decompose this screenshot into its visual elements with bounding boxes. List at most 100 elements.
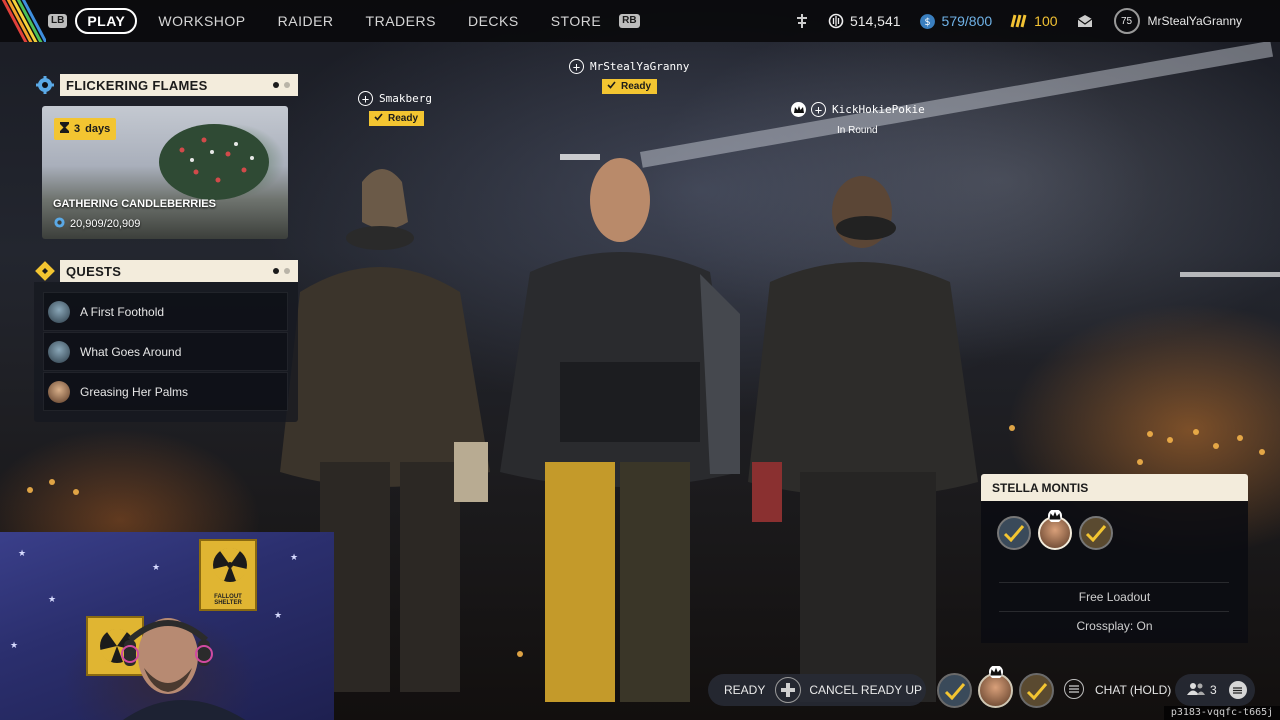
cancel-ready-up-button[interactable]: CANCEL READY UP — [809, 683, 922, 697]
pagination-dots — [268, 82, 290, 88]
player-tag-mrstealyagranny[interactable]: + MrStealYaGranny — [569, 59, 689, 74]
check-icon — [607, 81, 616, 92]
player-level-badge[interactable]: 75 — [1113, 8, 1140, 34]
menu-button-icon[interactable] — [1228, 681, 1247, 699]
quest-item[interactable]: A First Foothold — [43, 292, 288, 331]
player-tag-kickhokiepokie[interactable]: + KickHokiePokie — [791, 102, 925, 117]
party-leader-crown-icon — [989, 665, 1003, 683]
add-friend-icon[interactable]: + — [358, 91, 373, 106]
nav-tab-raider[interactable]: RAIDER — [278, 13, 334, 29]
player-status-in-round: In Round — [837, 125, 878, 136]
quest-title: What Goes Around — [80, 344, 182, 359]
event-card[interactable]: 3 days GATHERING CANDLEBERRIES 20,909/20… — [42, 106, 288, 239]
event-time-remaining-badge: 3 days — [54, 118, 117, 140]
nav-tab-decks[interactable]: DECKS — [468, 13, 519, 29]
days-count: 3 — [74, 123, 81, 135]
add-friend-icon[interactable]: + — [569, 59, 584, 74]
party-size-indicator[interactable]: 3 — [1175, 674, 1255, 706]
profile-username[interactable]: MrStealYaGranny — [1148, 14, 1242, 28]
gold-bars-icon — [1010, 13, 1028, 29]
party-people-icon — [1187, 682, 1205, 698]
days-label: days — [85, 123, 111, 135]
crossplay-status: Crossplay: On — [1076, 619, 1153, 633]
event-progress: 20,909/20,909 — [53, 216, 140, 232]
add-friend-icon[interactable]: + — [811, 102, 826, 117]
nav-tab-store[interactable]: STORE — [551, 13, 601, 29]
event-header-title: FLICKERING FLAMES — [66, 77, 208, 93]
character-kickhokiepokie — [748, 176, 978, 702]
gear-icon — [53, 216, 66, 232]
event-objective-title: GATHERING CANDLEBERRIES — [53, 198, 216, 210]
pagination-dots — [268, 268, 290, 274]
player-name: KickHokiePokie — [832, 103, 925, 116]
nav-tab-traders[interactable]: TRADERS — [366, 13, 436, 29]
ready-status-badge: Ready — [369, 111, 425, 126]
party-member-avatar[interactable] — [1019, 673, 1054, 708]
blue-token-icon: $ — [919, 13, 936, 30]
party-count: 3 — [1210, 683, 1217, 697]
gear-icon — [34, 74, 56, 96]
lobby-info-panel: Free Loadout Crossplay: On — [981, 501, 1248, 643]
quests-panel-header: QUESTS — [34, 260, 298, 282]
candleberry-bush-image — [159, 124, 269, 200]
map-name: STELLA MONTIS — [992, 480, 1089, 495]
quests-header-title: QUESTS — [66, 263, 122, 279]
quest-giver-avatar — [48, 300, 70, 323]
quest-giver-avatar — [48, 380, 70, 403]
chat-hold-label[interactable]: CHAT (HOLD) — [1095, 683, 1171, 697]
blue-currency-value: 579/800 — [941, 13, 993, 29]
ready-status-badge: Ready — [602, 79, 658, 94]
character-mrstealyagranny — [500, 158, 740, 702]
hourglass-icon — [60, 122, 69, 136]
rb-bumper-icon[interactable]: RB — [619, 14, 640, 28]
check-icon — [374, 113, 383, 124]
coins-stat: 514,541 — [828, 13, 901, 29]
coins-value: 514,541 — [849, 13, 901, 29]
svg-text:$: $ — [924, 17, 930, 28]
gold-currency-stat: 100 — [1010, 13, 1058, 29]
quest-diamond-icon — [34, 260, 56, 282]
ready-control-bar[interactable]: READY CANCEL READY UP — [708, 674, 926, 706]
nav-tab-play[interactable]: PLAY — [75, 8, 138, 34]
party-member-avatar[interactable] — [937, 673, 972, 708]
quest-item[interactable]: What Goes Around — [43, 332, 288, 371]
rainbow-stripe-logo — [0, 0, 46, 42]
coin-icon — [828, 13, 844, 29]
lobby-map-title: STELLA MONTIS — [981, 474, 1248, 501]
nav-tab-workshop[interactable]: WORKSHOP — [158, 13, 245, 29]
member-avatar[interactable] — [997, 516, 1031, 550]
player-name: MrStealYaGranny — [590, 60, 690, 73]
fallout-shelter-sign: FALLOUT SHELTER — [199, 539, 257, 611]
lb-bumper-icon[interactable]: LB — [48, 14, 68, 28]
quest-title: Greasing Her Palms — [80, 384, 189, 399]
quest-giver-avatar — [48, 340, 70, 363]
quest-item[interactable]: Greasing Her Palms — [43, 372, 288, 411]
mail-icon[interactable] — [1076, 13, 1094, 29]
quests-list: A First Foothold What Goes Around Greasi… — [34, 282, 298, 422]
party-leader-crown-icon — [791, 102, 806, 117]
ready-status-label: Ready — [388, 113, 419, 124]
event-header-bar[interactable]: FLICKERING FLAMES — [60, 74, 298, 96]
blue-currency-stat: $ 579/800 — [919, 13, 993, 30]
streamer-image — [121, 618, 246, 720]
loadout-mode: Free Loadout — [1078, 590, 1151, 604]
top-nav-bar: LB PLAY WORKSHOP RAIDER TRADERS DECKS ST… — [0, 0, 1280, 42]
player-name: Smakberg — [379, 92, 432, 105]
ready-status-label: Ready — [621, 81, 652, 92]
ready-label[interactable]: READY — [724, 683, 765, 697]
skill-tree-icon[interactable] — [794, 13, 810, 29]
dpad-button-icon[interactable] — [775, 677, 802, 703]
divider — [999, 582, 1229, 583]
divider — [999, 611, 1229, 612]
gold-currency-value: 100 — [1034, 13, 1058, 29]
party-leader-crown-icon — [1048, 509, 1062, 527]
shelter-sign-text: FALLOUT SHELTER — [214, 594, 242, 606]
chat-button-icon[interactable] — [1064, 679, 1084, 699]
session-id-label: p3183-vqqfc-t665j — [1164, 706, 1280, 720]
event-progress-value: 20,909/20,909 — [70, 218, 141, 230]
quests-header-bar[interactable]: QUESTS — [60, 260, 298, 282]
member-avatar[interactable] — [1079, 516, 1113, 550]
streamer-webcam-overlay: ★ ★ ★ ★ ★ ★ FALLOUT SHELTER — [0, 532, 334, 720]
player-tag-smakberg[interactable]: + Smakberg — [358, 91, 432, 106]
quest-title: A First Foothold — [80, 304, 165, 319]
